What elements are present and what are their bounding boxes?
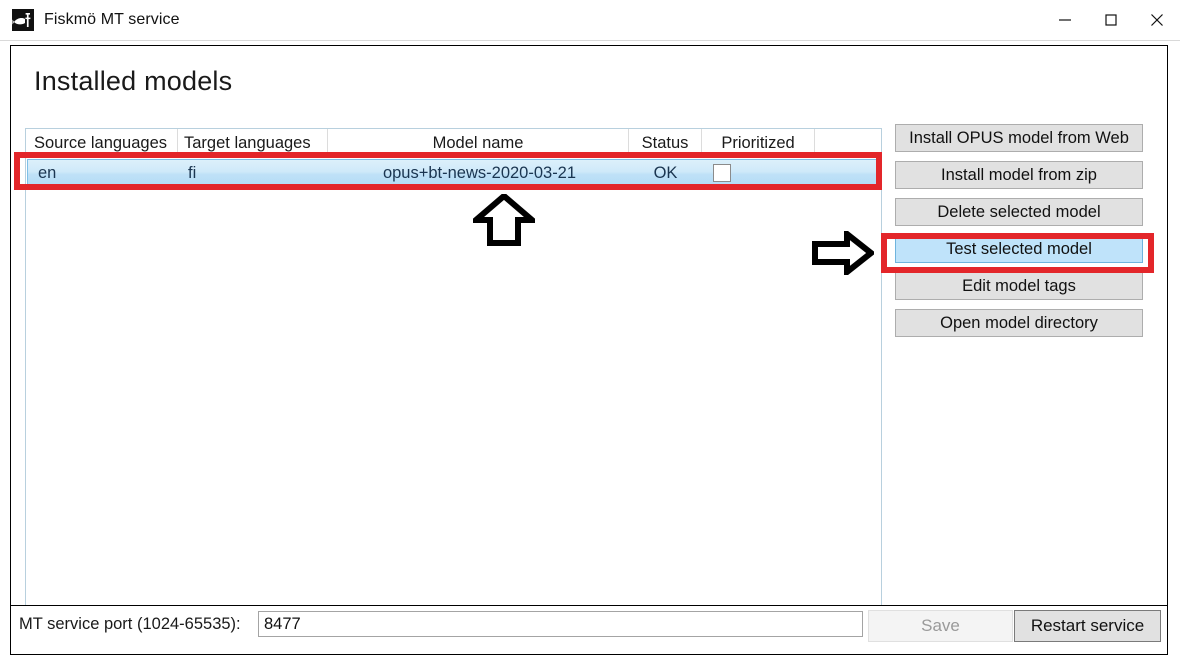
column-header-source-languages[interactable]: Source languages <box>26 129 178 157</box>
install-model-from-zip-button[interactable]: Install model from zip <box>895 161 1143 189</box>
delete-selected-model-button[interactable]: Delete selected model <box>895 198 1143 226</box>
minimize-icon[interactable] <box>1042 0 1088 40</box>
maximize-icon[interactable] <box>1088 0 1134 40</box>
mt-service-port-label: MT service port (1024-65535): <box>19 615 241 633</box>
open-model-directory-button[interactable]: Open model directory <box>895 309 1143 337</box>
cell-source-languages: en <box>38 163 57 182</box>
close-icon[interactable] <box>1134 0 1180 40</box>
mt-service-port-input[interactable] <box>258 611 863 637</box>
main-panel: Installed models Source languages Target… <box>10 45 1168 655</box>
fish-f-logo-icon <box>12 9 34 31</box>
save-button[interactable]: Save <box>868 610 1013 642</box>
column-header-target-languages[interactable]: Target languages <box>178 129 328 157</box>
installed-models-list[interactable]: Source languages Target languages Model … <box>25 128 882 620</box>
edit-model-tags-button[interactable]: Edit model tags <box>895 272 1143 300</box>
prioritized-checkbox[interactable] <box>713 164 731 182</box>
column-header-spacer <box>815 129 881 157</box>
table-row[interactable]: en fi opus+bt-news-2020-03-21 OK <box>27 159 880 187</box>
title-bar-left: Fiskmö MT service <box>12 0 180 40</box>
cell-spacer <box>815 160 879 186</box>
window-controls <box>1042 0 1180 40</box>
test-selected-model-button[interactable]: Test selected model <box>895 235 1143 263</box>
cell-status: OK <box>653 163 678 182</box>
settings-bar: MT service port (1024-65535): Save Resta… <box>10 605 1168 655</box>
table-header-row: Source languages Target languages Model … <box>26 129 881 158</box>
column-header-prioritized[interactable]: Prioritized <box>702 129 815 157</box>
title-bar: Fiskmö MT service <box>0 0 1180 41</box>
column-header-status[interactable]: Status <box>629 129 702 157</box>
column-header-model-name[interactable]: Model name <box>328 129 629 157</box>
window-title: Fiskmö MT service <box>44 11 180 28</box>
install-opus-model-from-web-button[interactable]: Install OPUS model from Web <box>895 124 1143 152</box>
cell-target-languages: fi <box>188 163 197 182</box>
cell-prioritized <box>702 160 815 186</box>
model-actions-panel: Install OPUS model from Web Install mode… <box>895 124 1143 346</box>
page-title: Installed models <box>34 66 233 96</box>
restart-service-button[interactable]: Restart service <box>1014 610 1161 642</box>
cell-model-name: opus+bt-news-2020-03-21 <box>382 163 577 182</box>
